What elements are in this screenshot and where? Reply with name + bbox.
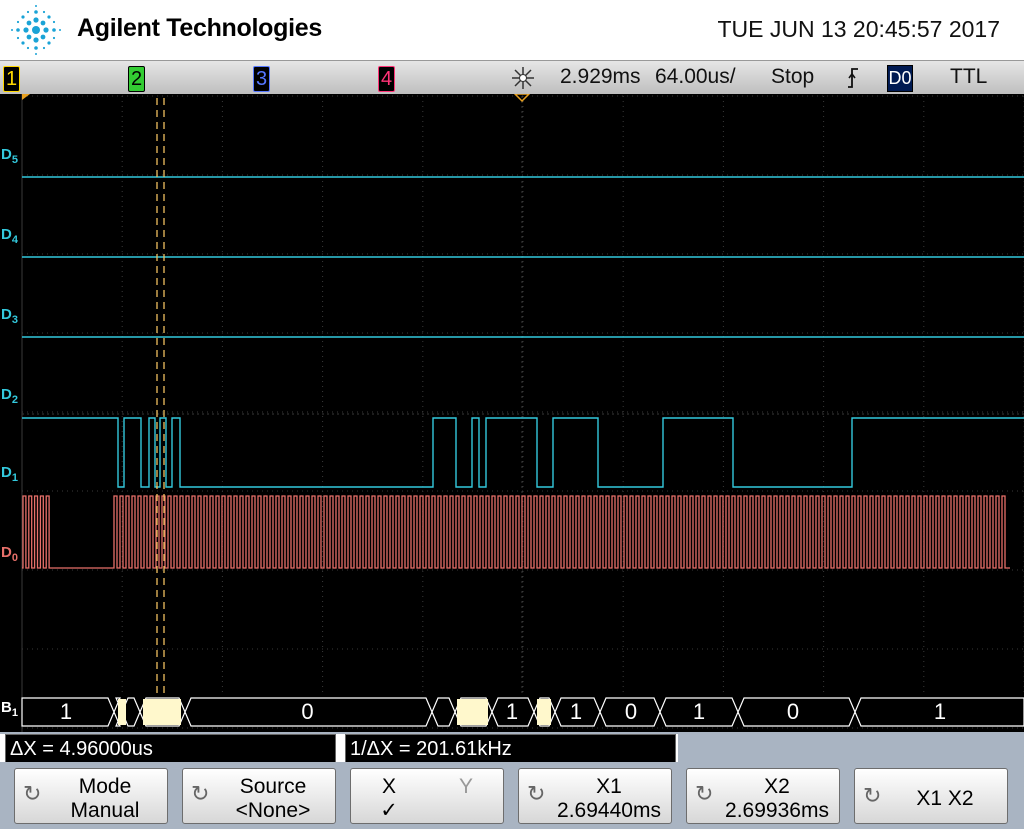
x1-label: X1 — [596, 775, 622, 798]
x1-x2-softkey[interactable]: ↻ X1 X2 — [854, 768, 1008, 824]
d2-label: D2 — [1, 386, 18, 406]
softkey-bar: ↻ Mode Manual ↻ Source <None> X Y ✓ ↻ X1… — [0, 762, 1024, 829]
x2-cursor-softkey[interactable]: ↻ X2 2.69936ms — [686, 768, 840, 824]
agilent-spark-logo-icon — [11, 5, 61, 55]
source-softkey[interactable]: ↻ Source <None> — [182, 768, 336, 824]
acquire-sparkle-icon — [512, 67, 534, 89]
timebase-scale[interactable]: 64.00us/ — [655, 65, 736, 89]
y-label: Y — [458, 775, 473, 798]
x2-label: X2 — [764, 775, 790, 798]
mode-label: Mode — [78, 775, 132, 798]
horizontal-delay[interactable]: 2.929ms — [560, 65, 641, 89]
bus-value: 1 — [933, 699, 947, 724]
x-label: X — [381, 775, 396, 798]
d5-label: D5 — [1, 146, 18, 166]
waveform-canvas — [21, 94, 1024, 732]
bus-value: 0 — [301, 699, 314, 724]
d0-trace — [22, 495, 1010, 569]
bus-value: 0 — [624, 699, 638, 724]
x1-value: 2.69440ms — [557, 799, 661, 822]
mode-softkey[interactable]: ↻ Mode Manual — [14, 768, 168, 824]
d4-label: D4 — [1, 226, 18, 246]
waveform-display[interactable]: D5 D4 D3 D2 D1 D0 B1 1 0 1 1 0 1 0 1 — [0, 94, 1024, 732]
bus-error-region — [118, 699, 126, 725]
measurement-bar-gap — [0, 732, 1024, 734]
brand-name: Agilent Technologies — [77, 14, 322, 42]
bus-value: 0 — [786, 699, 800, 724]
channel-4-indicator[interactable]: 4 — [378, 66, 395, 92]
source-label: Source — [239, 775, 307, 798]
x-selected-check-icon: ✓ — [380, 799, 398, 822]
bus-value: 1 — [692, 699, 706, 724]
bus-error-region — [143, 699, 181, 725]
b1-label: B1 — [1, 699, 18, 719]
left-delay-marker — [22, 94, 30, 100]
trigger-level[interactable]: TTL — [950, 65, 987, 89]
status-bar: 1 2 3 4 2.929ms 64.00us/ Stop D0 TTL — [0, 60, 1024, 96]
header-bar: Agilent Technologies TUE JUN 13 20:45:57… — [0, 0, 1024, 60]
graticule-grid — [21, 94, 1024, 732]
trigger-source-label: D0 — [888, 68, 912, 88]
trigger-edge-icon — [848, 68, 858, 88]
d3-label: D3 — [1, 306, 18, 326]
channel-3-indicator[interactable]: 3 — [253, 66, 270, 92]
delta-x-readout: ΔX = 4.96000us — [5, 734, 336, 764]
date-time: TUE JUN 13 20:45:57 2017 — [717, 16, 1000, 42]
channel-2-indicator[interactable]: 2 — [128, 66, 145, 92]
mode-value: Manual — [70, 799, 140, 822]
bus-value: 1 — [569, 699, 583, 724]
x-y-softkey[interactable]: X Y ✓ — [350, 768, 504, 824]
bus-value: 1 — [505, 699, 519, 724]
measurement-bar-right — [678, 734, 1024, 764]
channel-1-indicator[interactable]: 1 — [3, 66, 20, 92]
inverse-delta-x-readout: 1/ΔX = 201.61kHz — [345, 734, 676, 764]
x1-cursor-softkey[interactable]: ↻ X1 2.69440ms — [518, 768, 672, 824]
trigger-source[interactable]: D0 — [887, 65, 913, 92]
d0-label: D0 — [1, 544, 18, 564]
x2-value: 2.69936ms — [725, 799, 829, 822]
run-state[interactable]: Stop — [771, 65, 814, 89]
bus-value: 1 — [59, 699, 73, 724]
d1-label: D1 — [1, 464, 18, 484]
bus-error-region — [457, 699, 488, 725]
source-value: <None> — [235, 799, 311, 822]
x1-x2-label: X1 X2 — [916, 787, 974, 810]
bus-error-region — [537, 699, 551, 725]
